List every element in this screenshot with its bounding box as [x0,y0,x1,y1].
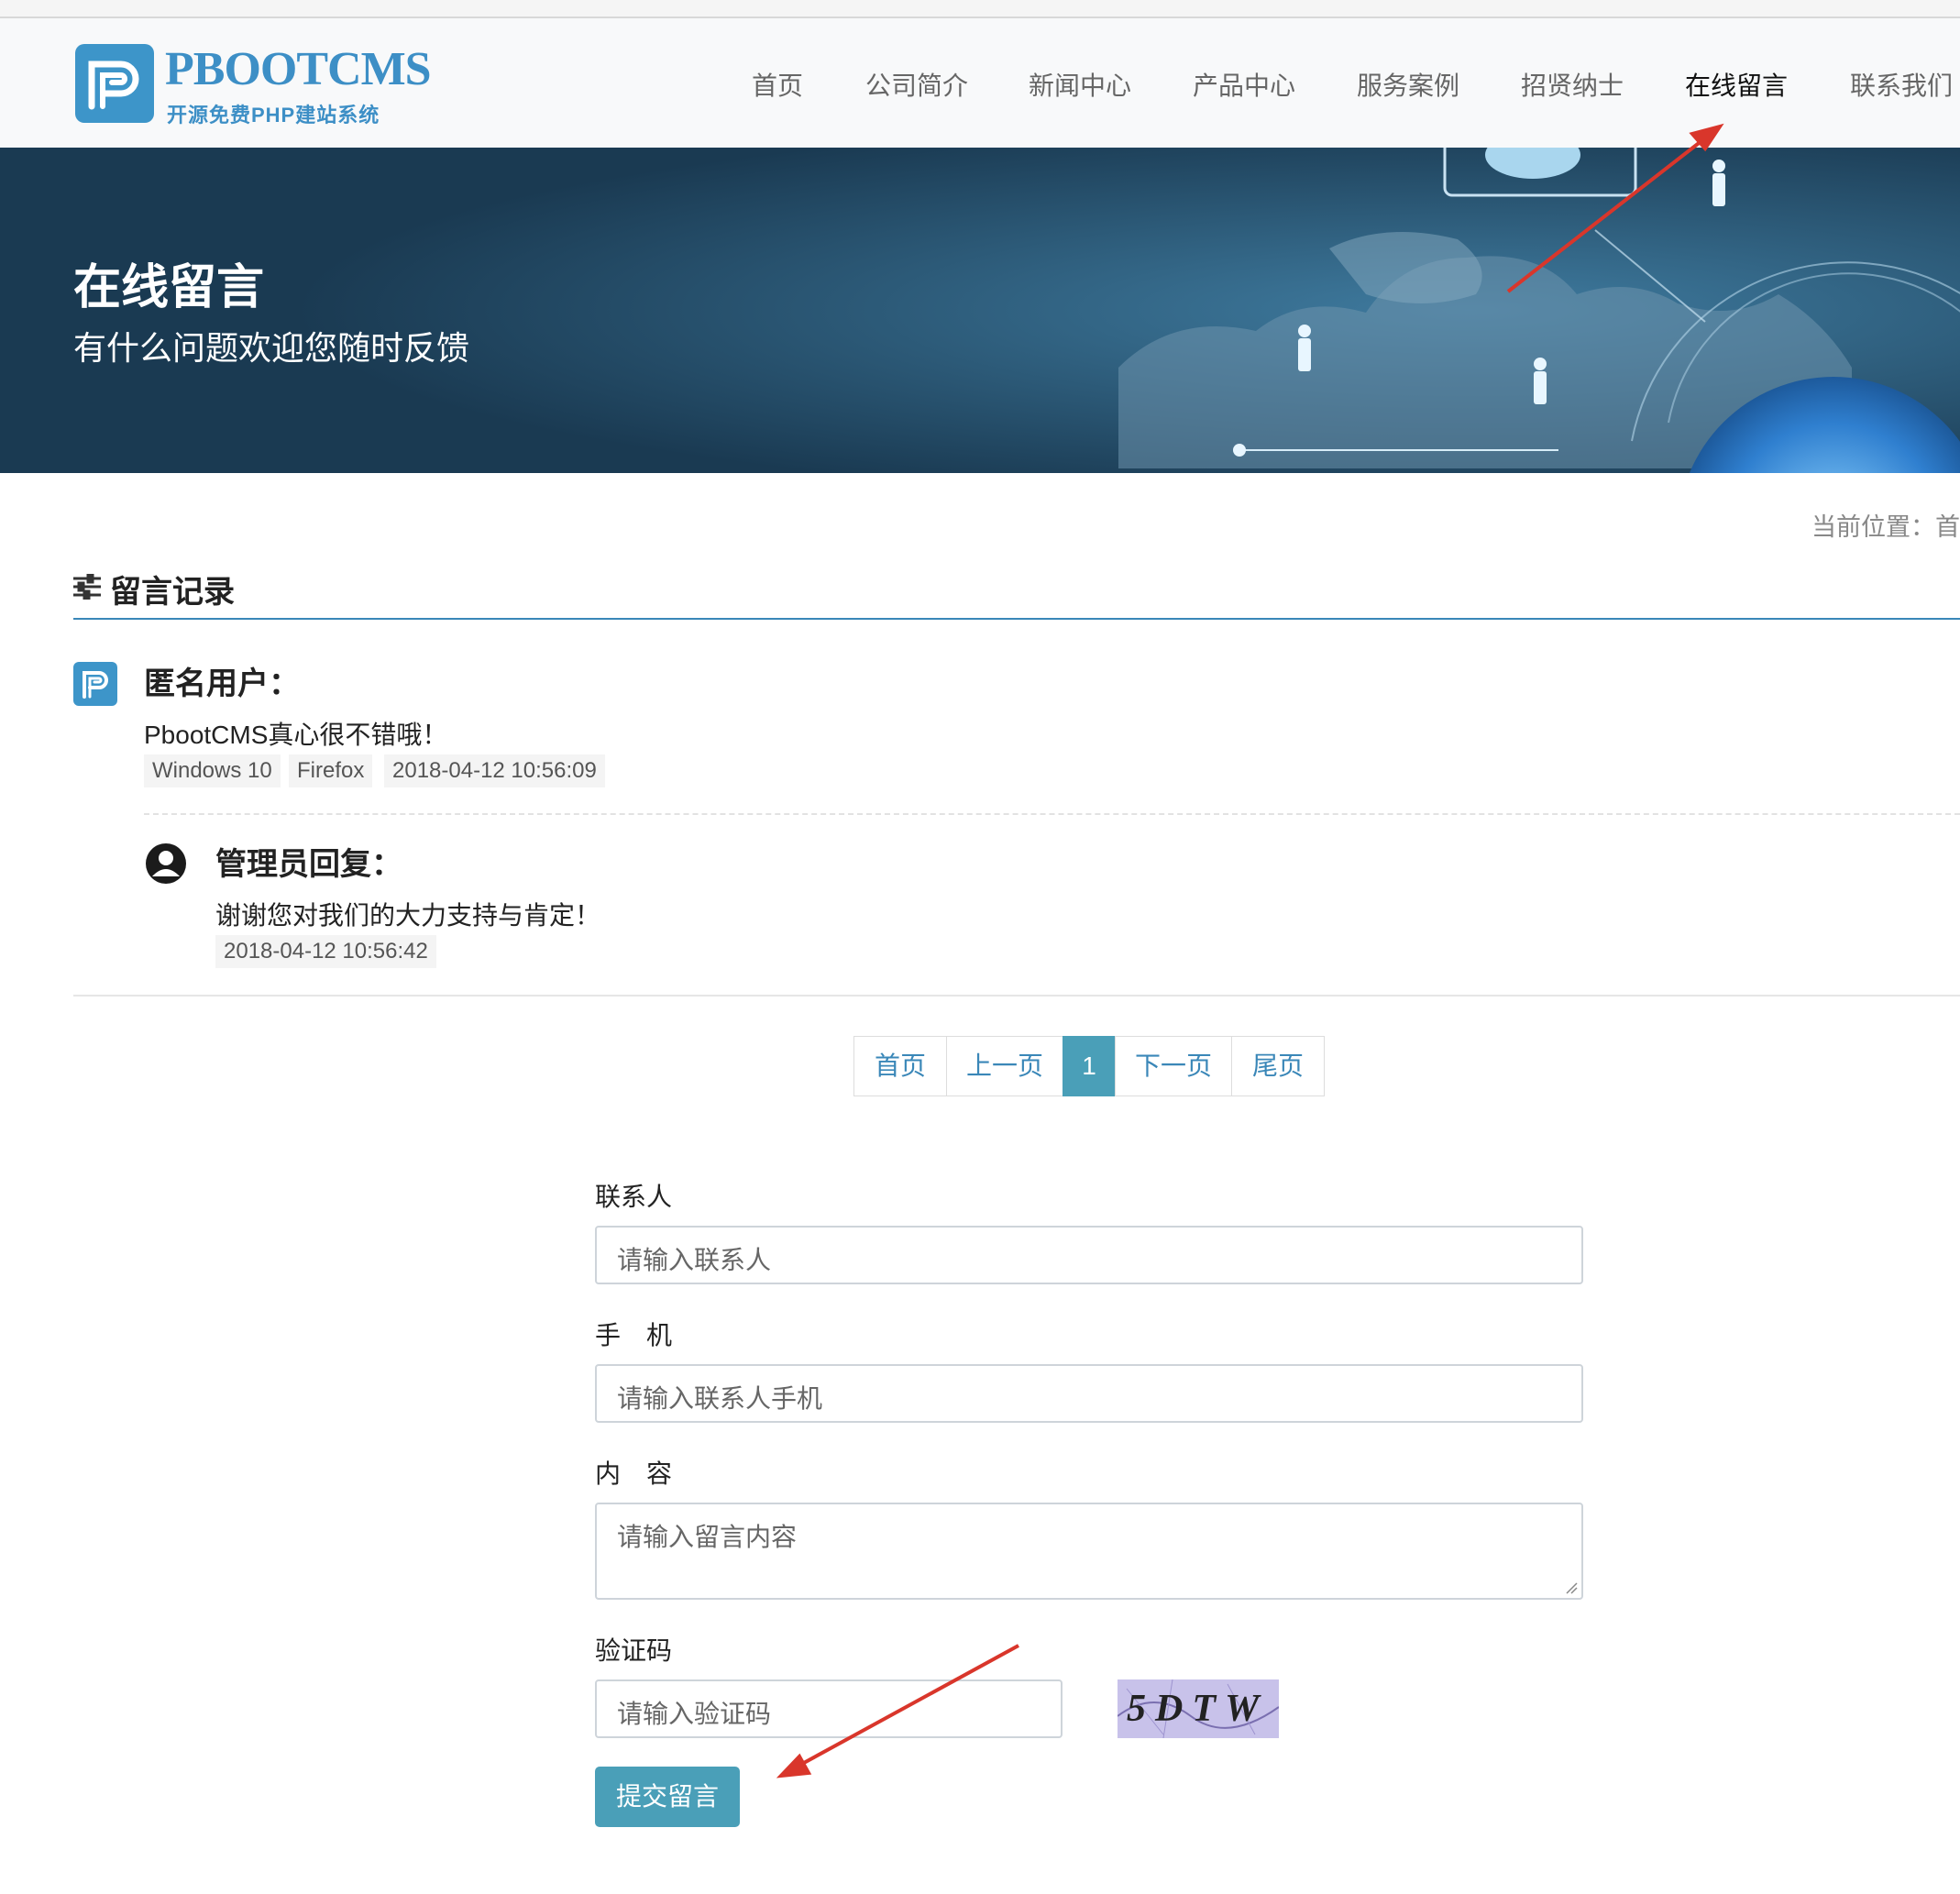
page-next-button[interactable]: 下一页 [1115,1036,1232,1096]
reply-username: 管理员回复： [215,847,402,882]
browser-top-strip [0,0,1960,18]
sliders-icon [73,574,101,600]
page-first-button[interactable]: 首页 [853,1036,947,1096]
user-avatar-icon [73,662,117,706]
browser-badge: Firefox [289,754,373,787]
section-title: 留言记录 [110,575,235,610]
nav-item-message[interactable]: 在线留言 [1685,66,1788,103]
page-current-button[interactable]: 1 [1063,1036,1116,1096]
reply-content: 谢谢您对我们的大力支持与肯定！ [215,901,601,930]
banner-world-map-graphic [0,148,1960,473]
site-logo[interactable]: PBOOTCMS 开源免费PHP建站系统 [73,42,432,130]
annotation-arrowhead-submit [776,1753,812,1778]
page-prev-button[interactable]: 上一页 [946,1036,1063,1096]
records-divider [73,995,1960,997]
reply-divider [144,813,1960,815]
captcha-image[interactable]: 5DTW [1118,1679,1279,1738]
site-header: PBOOTCMS 开源免费PHP建站系统 首页 公司简介 新闻中心 产品中心 服… [0,18,1960,148]
os-badge: Windows 10 [144,754,281,787]
banner-subtitle: 有什么问题欢迎您随时反馈 [73,329,470,367]
resize-handle-icon[interactable] [1565,1581,1578,1594]
nav-item-cases[interactable]: 服务案例 [1357,66,1459,103]
logo-badge-icon [75,44,154,123]
breadcrumb: 当前位置：首 [1811,513,1960,541]
nav-item-home[interactable]: 首页 [752,66,803,103]
content-textarea[interactable]: 请输入留言内容 [595,1503,1583,1600]
submit-message-button[interactable]: 提交留言 [595,1767,740,1827]
logo-wordmark: PBOOTCMS [165,43,432,95]
reply-date-badge: 2018-04-12 10:56:42 [215,935,436,968]
nav-item-jobs[interactable]: 招贤纳士 [1521,66,1624,103]
contact-input[interactable]: 请输入联系人 [595,1226,1583,1284]
admin-avatar-icon [144,842,188,886]
captcha-label: 验证码 [595,1636,673,1665]
banner-title: 在线留言 [73,261,265,314]
page-banner: 在线留言 有什么问题欢迎您随时反馈 [0,148,1960,473]
contact-label: 联系人 [595,1183,673,1211]
page-last-button[interactable]: 尾页 [1231,1036,1325,1096]
captcha-placeholder: 请输入验证码 [617,1700,772,1728]
contact-placeholder: 请输入联系人 [617,1246,772,1274]
content-label: 内 容 [595,1459,673,1488]
mobile-label: 手 机 [595,1321,673,1349]
mobile-placeholder: 请输入联系人手机 [617,1384,823,1413]
nav-item-news[interactable]: 新闻中心 [1029,66,1131,103]
message-content: PbootCMS真心很不错哦！ [144,721,448,749]
message-username: 匿名用户： [144,666,300,701]
nav-item-products[interactable]: 产品中心 [1193,66,1295,103]
nav-item-contact[interactable]: 联系我们 [1850,66,1953,103]
captcha-text: 5DTW [1127,1688,1269,1730]
content-placeholder: 请输入留言内容 [617,1523,798,1551]
message-records-header: 留言记录 [73,567,1960,620]
nav-item-about[interactable]: 公司简介 [865,66,968,103]
captcha-input[interactable]: 请输入验证码 [595,1679,1063,1738]
mobile-input[interactable]: 请输入联系人手机 [595,1364,1583,1423]
message-date-badge: 2018-04-12 10:56:09 [384,754,605,787]
logo-tagline: 开源免费PHP建站系统 [167,104,380,127]
